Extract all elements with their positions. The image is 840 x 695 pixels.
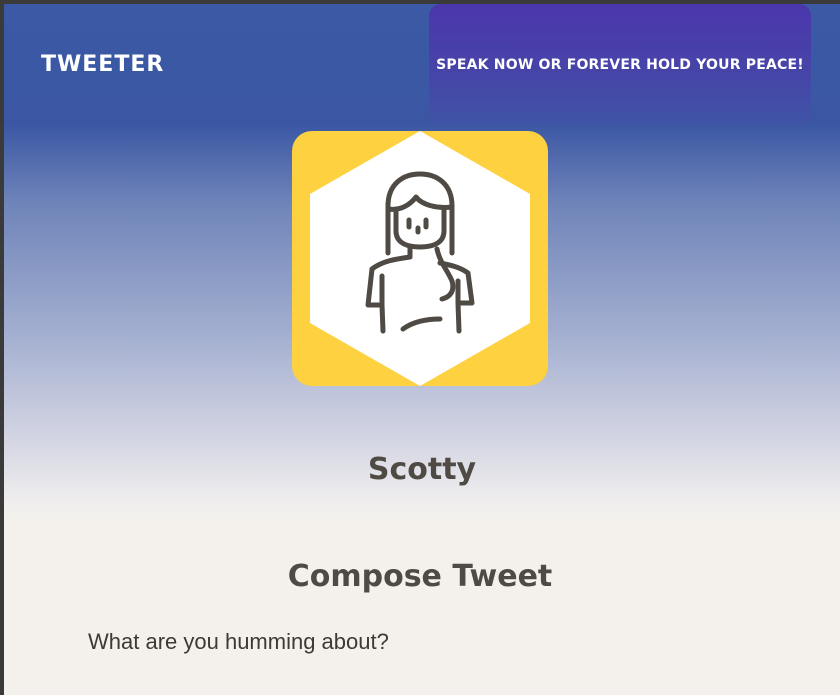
brand-logo[interactable]: TWEETER	[41, 52, 164, 78]
compose-title: Compose Tweet	[287, 559, 553, 594]
woman-avatar-icon	[310, 131, 530, 386]
slogan-banner: SPEAK NOW OR FOREVER HOLD YOUR PEACE!	[429, 4, 811, 124]
tweet-input[interactable]	[88, 624, 748, 660]
slogan-text: SPEAK NOW OR FOREVER HOLD YOUR PEACE!	[436, 57, 804, 73]
avatar	[292, 131, 548, 386]
app-frame: TWEETER SPEAK NOW OR FOREVER HOLD YOUR P…	[4, 4, 840, 695]
profile-username: Scotty	[367, 452, 477, 487]
